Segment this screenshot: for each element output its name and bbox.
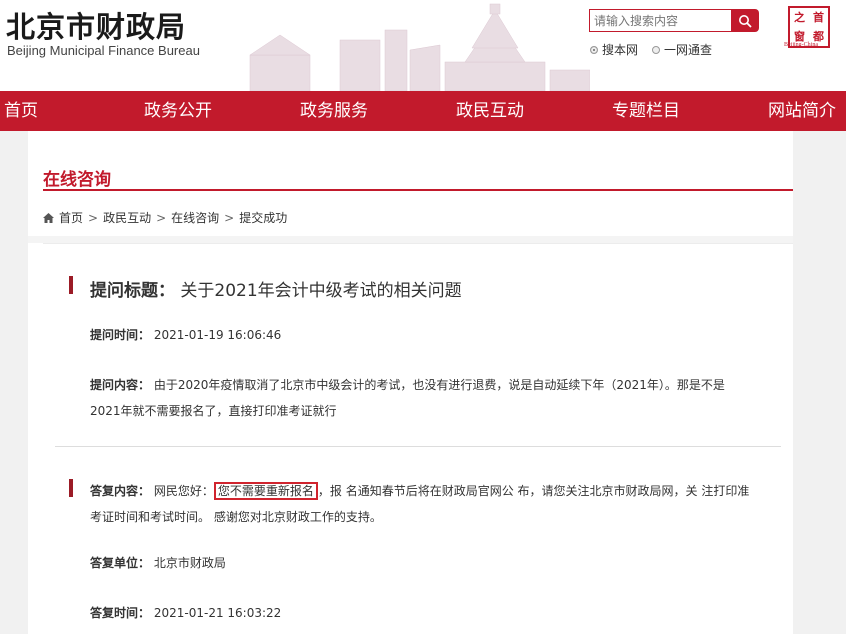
radio-label: 搜本网 xyxy=(602,43,639,57)
question-time-row: 提问时间： 2021-01-19 16:06:46 xyxy=(90,322,281,348)
radio-selected-icon xyxy=(590,45,598,54)
nav-item-home[interactable]: 首页 xyxy=(0,91,42,131)
answer-content-line2: 考证时间和考试时间。 感谢您对北京财政工作的支持。 xyxy=(90,510,382,524)
question-content-label: 提问内容： xyxy=(90,378,151,392)
answer-time: 2021-01-21 16:03:22 xyxy=(153,606,282,620)
answer-unit: 北京市财政局 xyxy=(153,556,226,570)
question-time-label: 提问时间： xyxy=(90,328,151,342)
question-title-label: 提问标题： xyxy=(90,281,175,301)
answer-time-row: 答复时间： 2021-01-21 16:03:22 xyxy=(90,600,281,626)
seal-char: 首 xyxy=(813,11,824,24)
section-title-underline xyxy=(43,189,793,191)
answer-unit-label: 答复单位： xyxy=(90,556,151,570)
question-time: 2021-01-19 16:06:46 xyxy=(153,328,282,342)
section-gap xyxy=(28,236,793,243)
site-logo-subtitle: Beijing Municipal Finance Bureau xyxy=(7,43,200,58)
radio-label: 一网通查 xyxy=(664,43,713,57)
search-scope-options: 搜本网 一网通查 xyxy=(590,41,712,58)
question-content-line2: 2021年就不需要报名了，直接打印准考证就行 xyxy=(90,404,337,418)
answer-time-label: 答复时间： xyxy=(90,606,151,620)
answer-greeting: 网民您好： xyxy=(153,484,214,498)
question-title-row: 提问标题： 关于2021年会计中级考试的相关问题 xyxy=(90,276,462,301)
main-nav: 首页 政务公开 政务服务 政民互动 专题栏目 网站简介 xyxy=(0,91,846,131)
seal-subtitle: Beijing-China xyxy=(784,42,818,48)
nav-item-government-services[interactable]: 政务服务 xyxy=(296,91,372,131)
breadcrumb-home[interactable]: 首页 xyxy=(59,209,83,226)
search-button[interactable] xyxy=(731,9,759,32)
question-title: 关于2021年会计中级考试的相关问题 xyxy=(180,281,462,301)
nav-item-about[interactable]: 网站简介 xyxy=(764,91,840,131)
nav-item-government-affairs[interactable]: 政务公开 xyxy=(140,91,216,131)
breadcrumb-current: 提交成功 xyxy=(239,211,288,225)
question-accent-bar xyxy=(69,276,73,294)
answer-content-row: 答复内容： 网民您好： 您不需要重新报名 ，报 名通知春节后将在财政局官网公 布，请… xyxy=(90,478,790,530)
nav-item-special-topics[interactable]: 专题栏目 xyxy=(608,91,684,131)
seal-char: 之 xyxy=(794,11,805,24)
breadcrumb-separator: > xyxy=(156,210,167,225)
breadcrumb-interaction[interactable]: 政民互动 xyxy=(103,209,151,226)
search-icon xyxy=(739,14,752,28)
question-content-line1: 由于2020年疫情取消了北京市中级会计的考试，也没有进行退费，说是自动延续下年（… xyxy=(153,378,725,392)
answer-accent-bar xyxy=(69,479,73,497)
answer-content-line1: ，报 名通知春节后将在财政局官网公 布，请您关注北京市财政局网，关 注打印准 xyxy=(317,484,750,498)
qa-divider xyxy=(55,446,781,447)
breadcrumb-separator: > xyxy=(224,210,235,225)
nav-item-interaction[interactable]: 政民互动 xyxy=(452,91,528,131)
section-title: 在线咨询 xyxy=(43,170,111,190)
breadcrumb-consultation[interactable]: 在线咨询 xyxy=(171,209,219,226)
radio-search-all[interactable]: 一网通查 xyxy=(652,41,712,58)
radio-search-site[interactable]: 搜本网 xyxy=(590,41,638,58)
site-logo-title[interactable]: 北京市财政局 xyxy=(6,4,186,46)
skyline-illustration xyxy=(249,3,590,91)
answer-unit-row: 答复单位： 北京市财政局 xyxy=(90,550,226,576)
site-header: 北京市财政局 Beijing Municipal Finance Bureau … xyxy=(0,0,846,91)
breadcrumb-separator: > xyxy=(88,210,99,225)
question-content-row: 提问内容： 由于2020年疫情取消了北京市中级会计的考试，也没有进行退费，说是自… xyxy=(90,372,790,424)
search-input[interactable] xyxy=(589,9,732,32)
radio-unselected-icon xyxy=(652,45,661,54)
answer-highlight: 您不需要重新报名 xyxy=(213,482,318,500)
breadcrumb: 首页 > 政民互动 > 在线咨询 > 提交成功 xyxy=(43,209,287,226)
answer-content-label: 答复内容： xyxy=(90,484,151,498)
home-icon xyxy=(43,212,54,223)
